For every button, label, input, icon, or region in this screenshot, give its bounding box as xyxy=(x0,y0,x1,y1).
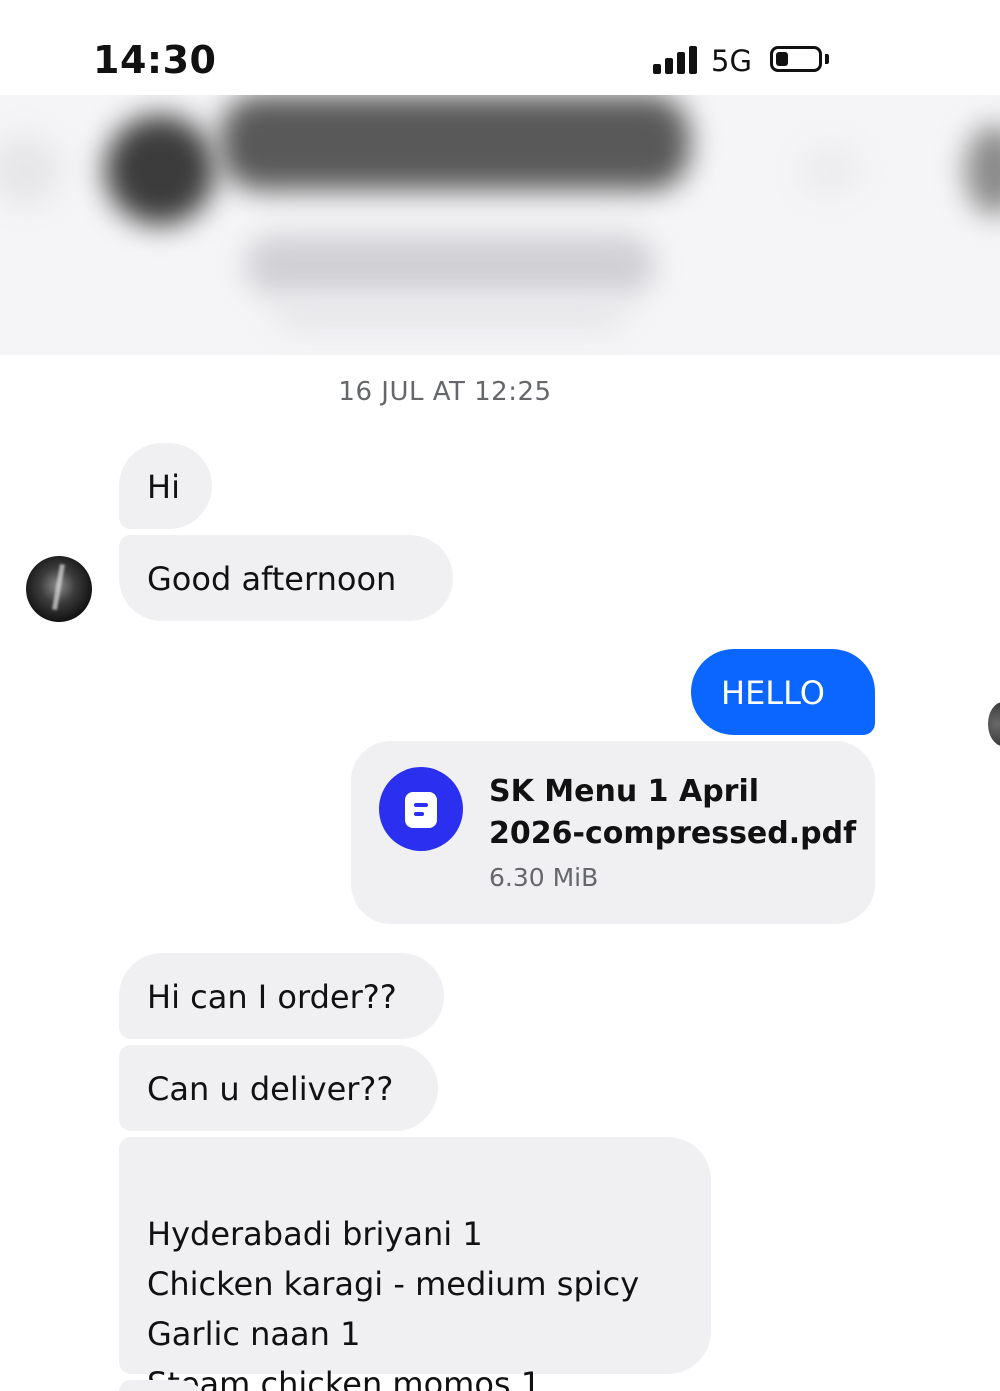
header-action-blurred[interactable] xyxy=(965,125,1000,215)
message-bubble-incoming[interactable]: Can u deliver?? xyxy=(119,1045,438,1131)
battery-icon xyxy=(770,46,822,72)
file-size: 6.30 MiB xyxy=(489,863,599,892)
message-bubble-incoming[interactable]: Hi xyxy=(119,443,212,529)
message-bubble-incoming[interactable]: Hi can I order?? xyxy=(119,953,444,1039)
network-type: 5G xyxy=(711,44,752,78)
date-separator: 16 JUL AT 12:25 xyxy=(338,377,552,407)
contact-avatar-blurred[interactable] xyxy=(105,115,215,225)
sender-avatar[interactable] xyxy=(26,556,92,622)
document-icon xyxy=(379,767,463,851)
file-name: SK Menu 1 April 2026-compressed.pdf xyxy=(489,774,857,851)
message-bubble-outgoing[interactable]: HELLO xyxy=(691,649,875,735)
contact-name-blurred[interactable] xyxy=(220,95,690,190)
chat-screen: 14:30 5G 16 JUL AT 12:25 Hi Good afterno… xyxy=(0,0,1000,1391)
message-text: Good afternoon xyxy=(147,560,397,598)
read-receipt-avatar xyxy=(988,702,1000,746)
signal-bars-icon xyxy=(653,44,699,74)
battery-tip xyxy=(825,54,829,64)
message-bubble-incoming[interactable]: Hyderabadi briyani 1 Chicken karagi - me… xyxy=(119,1137,711,1391)
status-bar: 14:30 5G xyxy=(0,0,1000,95)
message-text: HELLO xyxy=(721,674,825,712)
message-text: Can u deliver?? xyxy=(147,1070,394,1108)
file-attachment[interactable]: SK Menu 1 April 2026-compressed.pdf 6.30… xyxy=(351,741,875,924)
message-text: Hi can I order?? xyxy=(147,978,397,1016)
contact-subtitle-blurred xyxy=(245,235,655,295)
message-text: Hi xyxy=(147,468,180,506)
message-bubble-incoming[interactable]: Good afternoon xyxy=(119,535,453,621)
status-time: 14:30 xyxy=(93,38,217,82)
message-text: Hyderabadi briyani 1 Chicken karagi - me… xyxy=(147,1215,640,1391)
chat-header-blurred[interactable] xyxy=(0,95,1000,355)
